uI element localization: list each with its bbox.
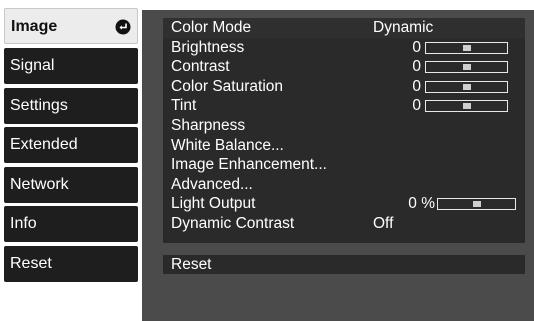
setting-value: 0 <box>412 58 421 76</box>
menu-item-label: Settings <box>10 97 68 114</box>
setting-light-output[interactable]: Light Output 0 % <box>163 194 525 214</box>
slider-thumb[interactable] <box>463 83 471 90</box>
setting-advanced[interactable]: Advanced... <box>163 175 525 195</box>
menu-item-label: Info <box>10 215 37 232</box>
setting-label: Contrast <box>171 58 230 76</box>
setting-label: Dynamic Contrast <box>171 215 295 232</box>
color-saturation-slider[interactable] <box>425 80 508 93</box>
menu-item-info[interactable]: Info <box>4 206 138 242</box>
setting-label: Light Output <box>171 195 256 213</box>
reset-label: Reset <box>171 256 212 273</box>
settings-list: Color Mode Dynamic Brightness 0 Contrast… <box>163 18 525 243</box>
setting-tint[interactable]: Tint 0 <box>163 96 525 116</box>
slider-thumb[interactable] <box>463 44 471 51</box>
reset-option[interactable]: Reset <box>163 255 525 274</box>
menu-item-reset[interactable]: Reset <box>4 246 138 282</box>
image-settings-panel: Color Mode Dynamic Brightness 0 Contrast… <box>142 10 534 321</box>
setting-dynamic-contrast[interactable]: Dynamic Contrast Off <box>163 214 525 234</box>
menu-item-image[interactable]: Image <box>4 8 138 44</box>
setting-label: Advanced... <box>171 175 253 193</box>
light-output-slider[interactable] <box>437 198 516 211</box>
contrast-slider[interactable] <box>425 61 508 74</box>
menu-item-label: Extended <box>10 136 78 153</box>
slider-thumb[interactable] <box>463 64 471 71</box>
slider-thumb[interactable] <box>463 103 471 110</box>
slider-thumb[interactable] <box>473 201 481 208</box>
menu-item-signal[interactable]: Signal <box>4 48 138 84</box>
setting-image-enhancement[interactable]: Image Enhancement... <box>163 155 525 175</box>
setting-value: Dynamic <box>373 19 434 36</box>
setting-label: Image Enhancement... <box>171 156 327 174</box>
menu-item-network[interactable]: Network <box>4 167 138 203</box>
setting-label: White Balance... <box>171 136 284 154</box>
setting-label: Color Saturation <box>171 77 284 95</box>
setting-color-mode[interactable]: Color Mode Dynamic <box>163 18 525 38</box>
setting-color-saturation[interactable]: Color Saturation 0 <box>163 77 525 97</box>
main-menu: Image Signal Settings Extended Network I… <box>4 8 142 321</box>
enter-arrow-icon <box>115 19 131 35</box>
setting-brightness[interactable]: Brightness 0 <box>163 38 525 58</box>
setting-label: Color Mode <box>171 19 252 36</box>
setting-white-balance[interactable]: White Balance... <box>163 136 525 156</box>
setting-label: Tint <box>171 97 197 115</box>
setting-value: 0 <box>412 77 421 95</box>
setting-value: 0 <box>412 38 421 56</box>
menu-item-settings[interactable]: Settings <box>4 88 138 124</box>
menu-item-label: Reset <box>10 255 52 272</box>
menu-item-label: Signal <box>10 57 55 74</box>
setting-value: Off <box>373 215 394 232</box>
menu-item-extended[interactable]: Extended <box>4 127 138 163</box>
setting-contrast[interactable]: Contrast 0 <box>163 57 525 77</box>
setting-sharpness[interactable]: Sharpness <box>163 116 525 136</box>
tint-slider[interactable] <box>425 100 508 113</box>
brightness-slider[interactable] <box>425 41 508 54</box>
setting-label: Sharpness <box>171 117 246 134</box>
setting-value: 0 <box>412 97 421 115</box>
menu-item-label: Network <box>10 176 69 193</box>
menu-item-label: Image <box>11 18 58 35</box>
setting-value: 0 % <box>408 195 435 213</box>
setting-label: Brightness <box>171 38 245 56</box>
